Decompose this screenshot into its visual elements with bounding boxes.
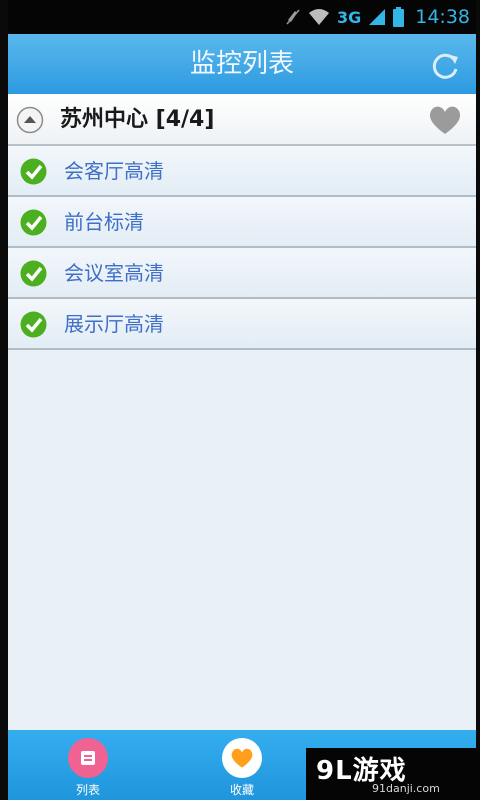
group-title: 苏州中心 [4/4] xyxy=(60,107,215,132)
list-item[interactable]: 展示厅高清 xyxy=(8,299,476,350)
heart-icon xyxy=(222,738,262,778)
signal-icon xyxy=(368,8,386,26)
camera-name: 会客厅高清 xyxy=(64,159,164,183)
camera-name: 展示厅高清 xyxy=(64,312,164,336)
check-icon xyxy=(20,209,47,236)
camera-list: 会客厅高清 前台标清 会议室高清 展示厅高清 xyxy=(8,146,476,350)
collapse-up-icon[interactable] xyxy=(16,106,44,134)
network-type-label: 3G xyxy=(336,7,362,27)
mute-icon xyxy=(285,8,301,26)
nav-tab-favorites[interactable]: 收藏 xyxy=(202,730,282,800)
list-item[interactable]: 前台标清 xyxy=(8,197,476,248)
check-icon xyxy=(20,311,47,338)
nav-label-favorites: 收藏 xyxy=(229,783,254,797)
refresh-icon xyxy=(432,53,458,79)
status-icons: 3G 14:38 xyxy=(285,0,470,34)
list-item[interactable]: 会议室高清 xyxy=(8,248,476,299)
heart-icon[interactable] xyxy=(428,104,462,136)
clock: 14:38 xyxy=(415,6,470,28)
list-empty-area xyxy=(8,350,476,730)
wifi-icon xyxy=(308,8,330,26)
refresh-button[interactable] xyxy=(428,48,462,82)
battery-icon xyxy=(393,7,405,27)
group-header[interactable]: 苏州中心 [4/4] xyxy=(8,94,476,146)
camera-name: 会议室高清 xyxy=(64,261,164,285)
watermark-url: 91danji.com xyxy=(372,782,440,795)
app-screen: 3G 14:38 监控列表 苏州中心 [4/4] 会客厅高清 前台标清 会议室高… xyxy=(8,0,476,800)
list-item[interactable]: 会客厅高清 xyxy=(8,146,476,197)
camera-name: 前台标清 xyxy=(64,210,144,234)
title-bar: 监控列表 xyxy=(8,34,476,94)
page-title: 监控列表 xyxy=(189,49,294,79)
status-bar: 3G 14:38 xyxy=(8,0,476,34)
phone-frame: 3G 14:38 监控列表 苏州中心 [4/4] 会客厅高清 前台标清 会议室高… xyxy=(0,0,480,800)
check-icon xyxy=(20,260,47,287)
list-icon xyxy=(68,738,108,778)
check-icon xyxy=(20,158,47,185)
nav-label-list: 列表 xyxy=(75,783,100,797)
nav-tab-list[interactable]: 列表 xyxy=(48,730,128,800)
